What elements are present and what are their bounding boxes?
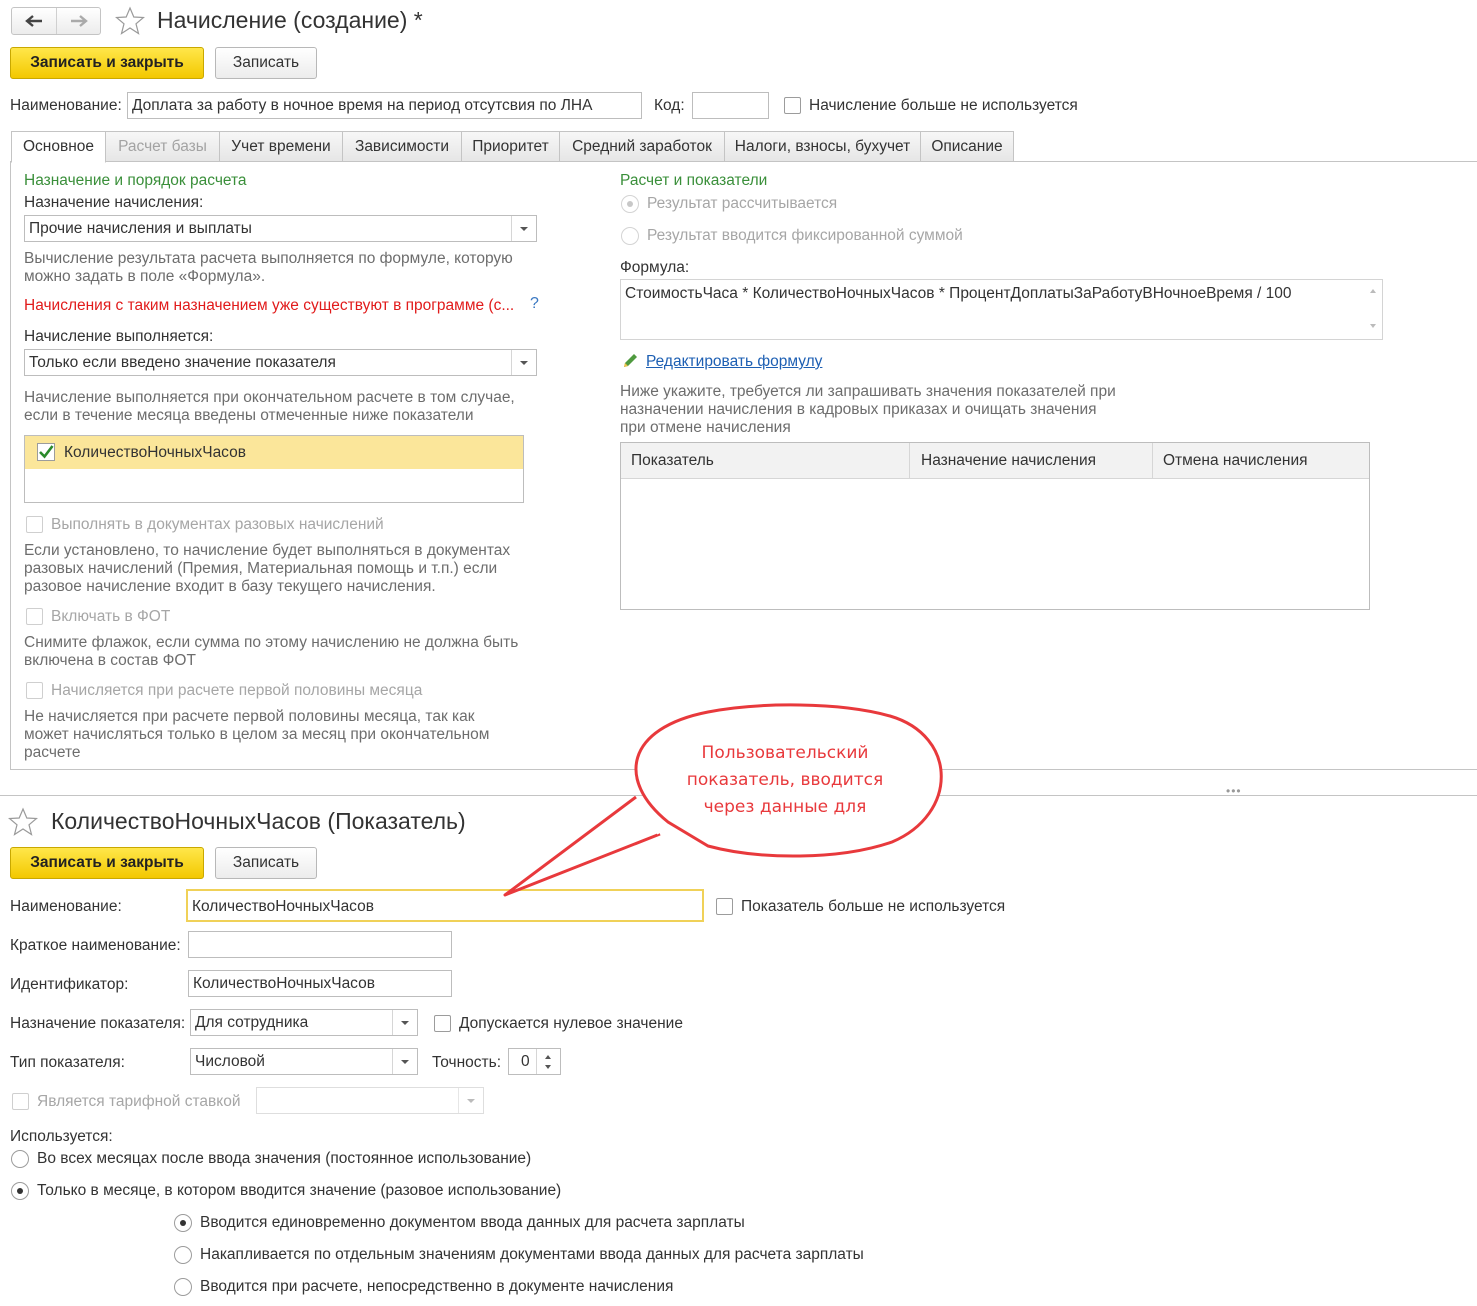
callout-bubble-shape: [503, 703, 943, 897]
callout-text: Пользовательский показатель, вводится че…: [660, 740, 910, 821]
callout-line-1: Пользовательский: [701, 743, 869, 763]
callout-line-3: через данные для: [703, 797, 867, 817]
callout-line-2: показатель, вводится: [686, 770, 884, 790]
